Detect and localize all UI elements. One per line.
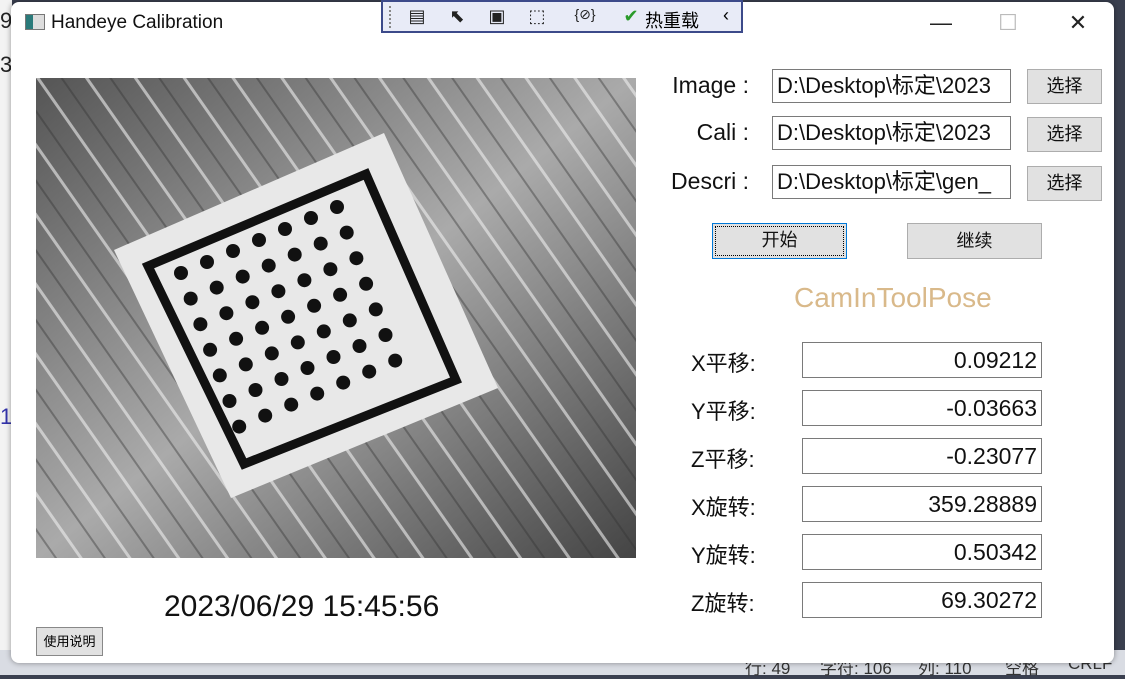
calibration-dot (229, 331, 244, 346)
cali-label: Cali : (696, 119, 749, 145)
calibration-dot (255, 320, 270, 335)
calibration-dot (316, 324, 331, 339)
pose-label: Y平移: (691, 399, 756, 424)
calibration-dot (261, 258, 276, 273)
calibration-dot (183, 291, 198, 306)
calibration-dot (174, 266, 188, 280)
calibration-dot (219, 306, 234, 321)
pose-label: X平移: (691, 351, 756, 376)
calibration-dot (323, 262, 338, 277)
image-path-input[interactable]: D:\Desktop\标定\2023 (772, 69, 1011, 103)
window-title: Handeye Calibration (51, 12, 224, 33)
calibration-dot (200, 255, 214, 269)
pose-label: Z平移: (691, 447, 755, 472)
select-element-icon[interactable]: ⬉ (445, 6, 469, 28)
calibration-dot (248, 383, 263, 397)
calibration-dot (209, 280, 224, 295)
calibration-dot (264, 346, 279, 361)
calibration-dot (281, 309, 296, 324)
calibration-dot (193, 317, 208, 332)
calibration-dot (333, 287, 348, 302)
calibration-dot (284, 397, 299, 412)
calibration-dot (297, 273, 312, 288)
calibration-dot (203, 342, 218, 357)
calibration-dot (287, 247, 302, 262)
calibration-dot (368, 302, 383, 317)
continue-button[interactable]: 继续 (907, 223, 1042, 259)
timestamp: 2023/06/29 15:45:56 (164, 590, 440, 623)
calibration-dot (349, 251, 364, 266)
descri-label: Descri : (671, 168, 749, 194)
calibration-dot (359, 276, 374, 291)
calibration-dot (336, 375, 351, 390)
maximize-button[interactable]: ☐ (988, 8, 1028, 38)
calibration-dot (310, 386, 325, 401)
calibration-dot (232, 419, 247, 434)
calibration-image (36, 78, 636, 558)
calibration-dot (304, 211, 318, 225)
calibration-dot (388, 353, 403, 368)
cali-select-button[interactable]: 选择 (1027, 117, 1102, 152)
image-select-button[interactable]: 选择 (1027, 69, 1102, 104)
hot-reload-button[interactable]: 热重载 (645, 7, 699, 33)
grip-icon[interactable] (389, 6, 393, 28)
pose-value-field[interactable]: 69.30272 (802, 582, 1042, 618)
image-label: Image : (672, 72, 749, 98)
pose-value-field[interactable]: -0.23077 (802, 438, 1042, 474)
descri-path-input[interactable]: D:\Desktop\标定\gen_ (772, 165, 1011, 199)
calibration-dot (252, 233, 266, 247)
pose-label: X旋转: (691, 495, 756, 520)
calibration-window: Handeye Calibration — ☐ ✕ 2023/06/29 15:… (11, 2, 1114, 663)
calibration-dot (235, 269, 250, 284)
display-adorners-icon[interactable]: ▣ (485, 6, 509, 28)
calibration-dot (326, 350, 341, 364)
app-icon (25, 14, 45, 30)
calibration-dot (274, 372, 289, 386)
calibration-dot (258, 408, 273, 423)
pose-value-field[interactable]: 0.09212 (802, 342, 1042, 378)
calibration-dot (307, 298, 322, 313)
calibration-dot (278, 222, 292, 236)
descri-select-button[interactable]: 选择 (1027, 166, 1102, 201)
calibration-dot (378, 328, 393, 342)
cali-path-input[interactable]: D:\Desktop\标定\2023 (772, 116, 1011, 150)
binding-failures-icon[interactable]: {⊘} (573, 6, 597, 28)
debug-toolbar: ▤ ⬉ ▣ ⬚ {⊘} ✔ 热重载 ‹ (381, 0, 743, 33)
calibration-dot (226, 244, 240, 258)
calibration-dot (238, 357, 253, 372)
pose-value-field[interactable]: -0.03663 (802, 390, 1042, 426)
check-circle-icon[interactable]: ✔ (619, 6, 643, 28)
pose-label: Z旋转: (691, 591, 755, 616)
close-button[interactable]: ✕ (1058, 8, 1098, 38)
track-focus-icon[interactable]: ⬚ (525, 6, 549, 28)
minimize-button[interactable]: — (921, 8, 961, 38)
pose-value-field[interactable]: 0.50342 (802, 534, 1042, 570)
calibration-dot (362, 364, 377, 379)
calibration-dot (342, 313, 357, 328)
pose-label: Y旋转: (691, 543, 756, 568)
calibration-dot (313, 236, 328, 251)
pose-value-field[interactable]: 359.28889 (802, 486, 1042, 522)
calibration-dot (245, 295, 260, 310)
calibration-dot (271, 284, 286, 299)
calibration-dot (352, 339, 367, 353)
calibration-dot (222, 394, 237, 408)
live-tree-icon[interactable]: ▤ (405, 6, 429, 28)
calibration-dot (212, 368, 227, 383)
help-button[interactable]: 使用说明 (36, 627, 103, 656)
start-button[interactable]: 开始 (712, 223, 847, 259)
collapse-toolbar-button[interactable]: ‹ (723, 5, 729, 26)
calibration-dot (300, 361, 315, 375)
calibration-dot (290, 335, 305, 350)
pose-title: CamInToolPose (794, 282, 992, 313)
calibration-dot (339, 225, 354, 240)
calibration-dot (330, 200, 344, 214)
